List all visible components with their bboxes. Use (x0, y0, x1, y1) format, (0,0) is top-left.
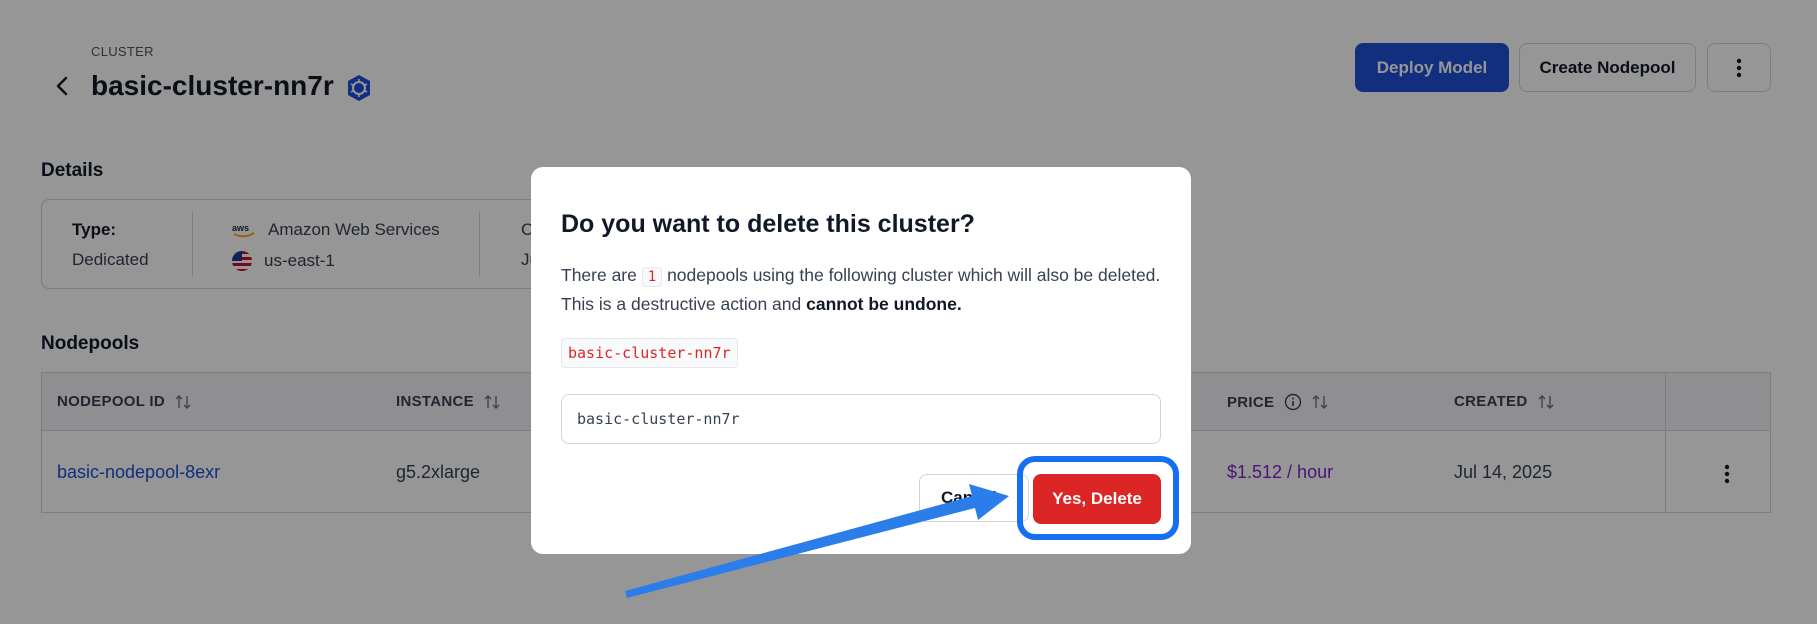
confirm-delete-button[interactable]: Yes, Delete (1033, 474, 1161, 524)
warning-text: cannot be undone. (806, 294, 962, 314)
confirm-cluster-name-input[interactable] (561, 394, 1161, 444)
nodepool-count: 1 (641, 267, 663, 287)
dialog-title: Do you want to delete this cluster? (561, 210, 975, 238)
dialog-description: There are 1 nodepools using the followin… (561, 265, 1161, 314)
cluster-name-chip: basic-cluster-nn7r (561, 338, 738, 368)
cancel-button[interactable]: Cancel (919, 474, 1029, 522)
